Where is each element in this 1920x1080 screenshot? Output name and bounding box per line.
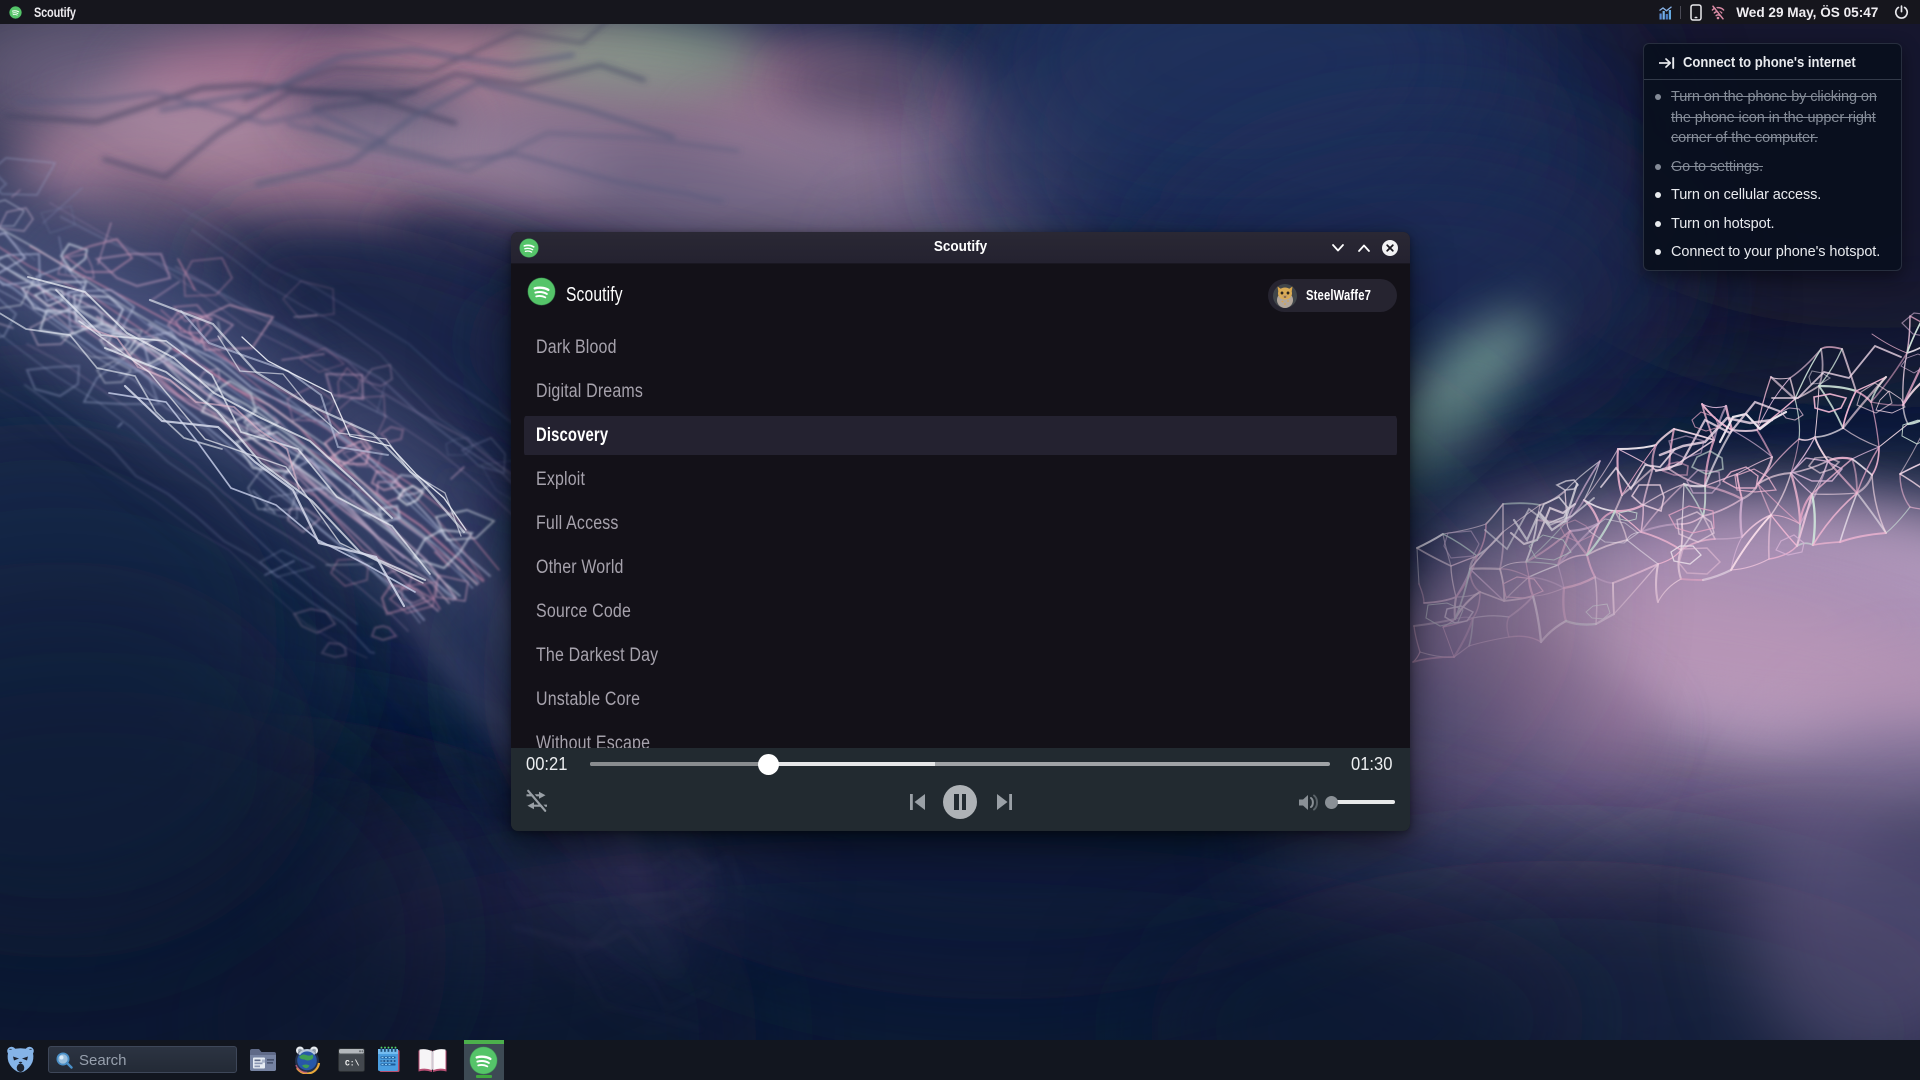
svg-text:C:\: C:\ (345, 1060, 360, 1069)
